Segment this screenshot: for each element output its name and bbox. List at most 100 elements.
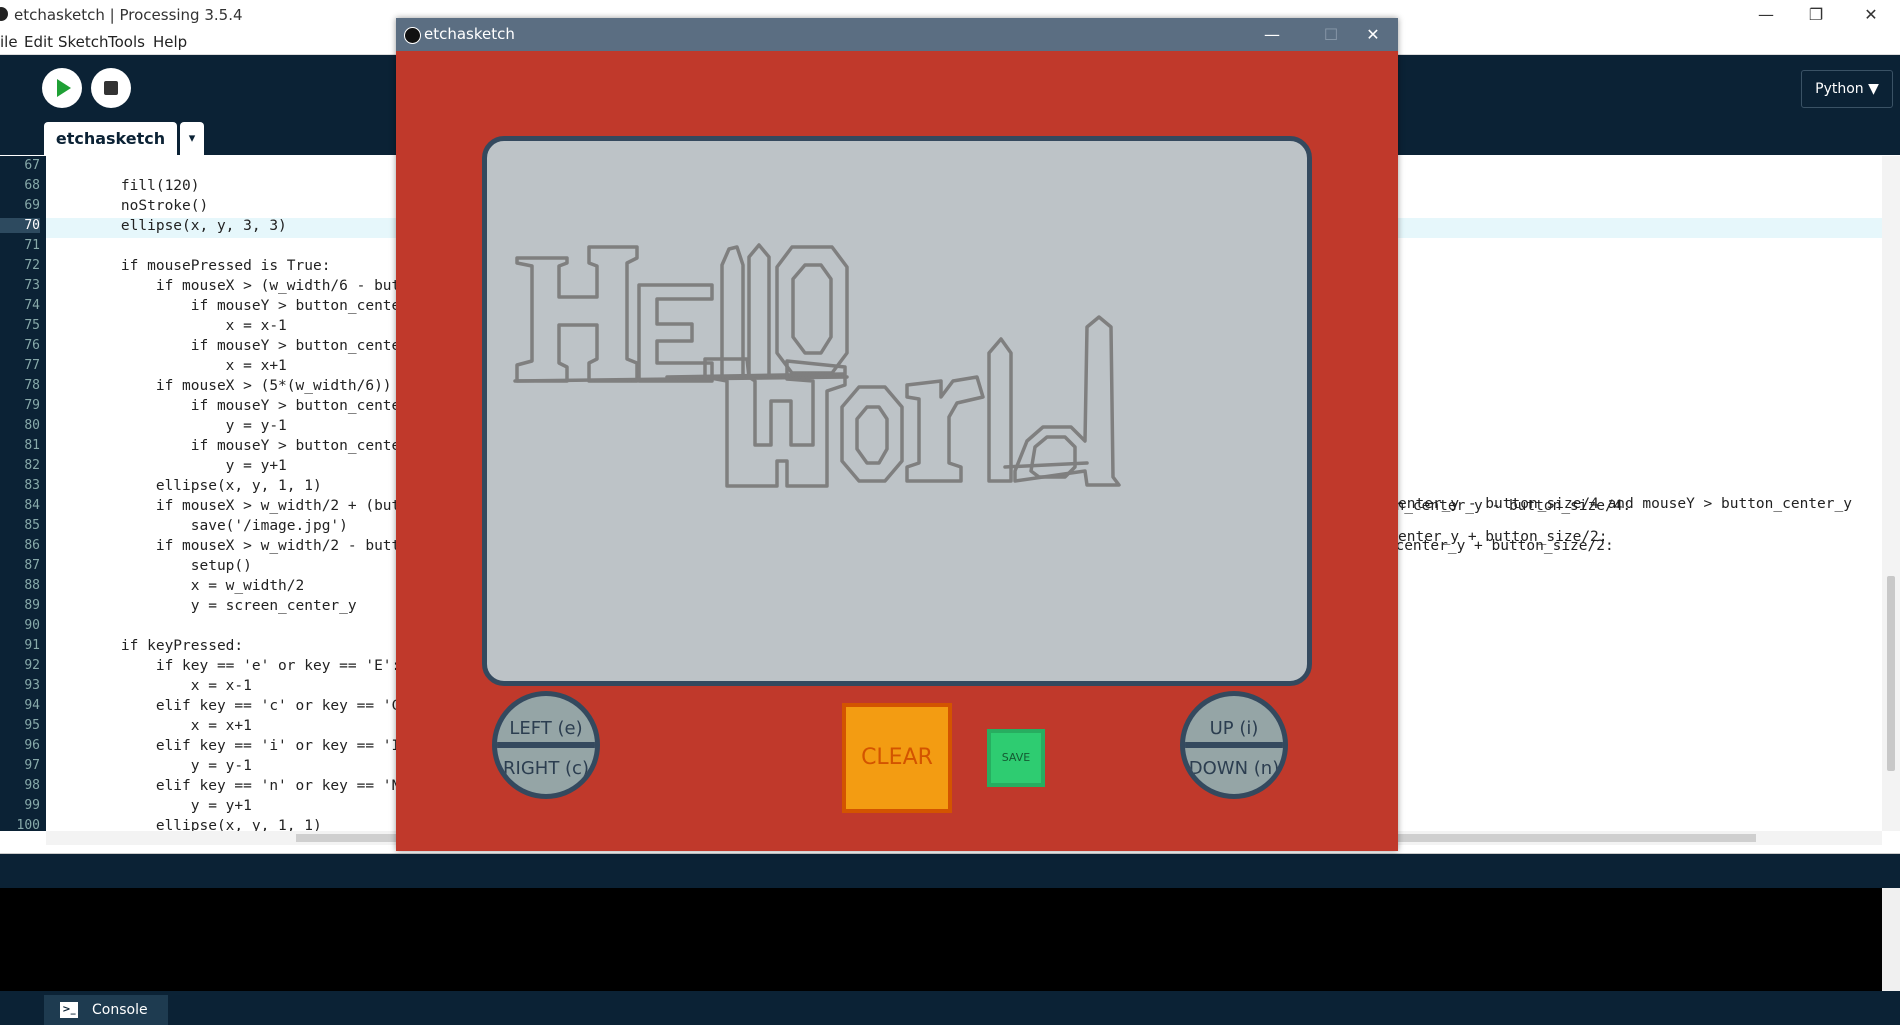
sketch-window-title: etchasketch (424, 25, 515, 43)
line-number: 83 (24, 478, 40, 493)
line-number: 74 (24, 298, 40, 313)
code-line: save('/image.jpg') (86, 518, 348, 534)
line-number: 80 (24, 418, 40, 433)
code-line: y = y-1 (86, 418, 287, 434)
menu-tools[interactable]: Tools (108, 33, 145, 51)
line-number: 90 (24, 618, 40, 633)
right-knob-top-label: UP (i) (1209, 718, 1259, 739)
line-number: 82 (24, 458, 40, 473)
line-number: 68 (24, 178, 40, 193)
line-number: 86 (24, 538, 40, 553)
code-line: x = x+1 (86, 718, 252, 734)
line-number: 85 (24, 518, 40, 533)
line-number: 94 (24, 698, 40, 713)
line-number-gutter: 67 68 69 70 71 72 73 74 75 76 77 78 79 80 81 82 83 84 85 86… (0, 156, 46, 831)
line-number: 73 (24, 278, 40, 293)
save-button[interactable]: SAVE (987, 729, 1045, 787)
code-line: ellipse(x, y, 1, 1) (86, 818, 322, 831)
code-line: elif key == 'c' or key == 'C': (86, 698, 418, 714)
line-number: 91 (24, 638, 40, 653)
code-line: ellipse(x, y, 3, 3) (86, 218, 287, 234)
restore-button[interactable]: ❐ (1788, 0, 1844, 30)
line-number: 95 (24, 718, 40, 733)
line-number: 79 (24, 398, 40, 413)
processing-logo-icon (0, 7, 8, 21)
line-number: 93 (24, 678, 40, 693)
line-number: 87 (24, 558, 40, 573)
console-tab-label: Console (92, 1002, 148, 1018)
etch-screen (482, 136, 1312, 686)
run-button[interactable] (42, 68, 82, 108)
line-number: 88 (24, 578, 40, 593)
menu-sketch[interactable]: Sketch (58, 33, 109, 51)
code-line: y = y-1 (86, 758, 252, 774)
scroll-thumb[interactable] (1887, 576, 1895, 771)
line-number: 67 (24, 158, 40, 173)
code-line: x = x-1 (86, 318, 287, 334)
hello-world-drawing (513, 243, 1121, 488)
tab-etchasketch[interactable]: etchasketch (44, 122, 177, 156)
line-number: 89 (24, 598, 40, 613)
code-line: if keyPressed: (86, 638, 244, 654)
left-knob-bottom-label: RIGHT (c) (503, 758, 589, 779)
code-line: if key == 'e' or key == 'E': (86, 658, 401, 674)
line-number: 84 (24, 498, 40, 513)
console-tab[interactable]: >_ Console (44, 995, 168, 1025)
minimize-button[interactable]: — (1738, 0, 1794, 30)
line-number: 75 (24, 318, 40, 333)
clear-button[interactable]: CLEAR (842, 703, 952, 813)
mode-selector[interactable]: Python ▼ (1801, 70, 1893, 108)
code-line: x = x-1 (86, 678, 252, 694)
status-bar (0, 991, 1900, 1025)
line-number: 97 (24, 758, 40, 773)
line-number: 100 (16, 818, 40, 831)
code-line: x = w_width/2 (86, 578, 305, 594)
code-line: x = x+1 (86, 358, 287, 374)
line-number: 92 (24, 658, 40, 673)
tab-dropdown-button[interactable]: ▾ (180, 122, 204, 156)
code-line: setup() (86, 558, 252, 574)
code-line: elif key == 'n' or key == 'N': (86, 778, 418, 794)
menu-edit[interactable]: Edit (24, 33, 53, 51)
line-number: 77 (24, 358, 40, 373)
line-number: 99 (24, 798, 40, 813)
right-knob-bottom-label: DOWN (n) (1188, 758, 1280, 779)
code-line: noStroke() (86, 198, 209, 214)
close-button[interactable]: ✕ (1843, 0, 1899, 30)
line-number: 69 (24, 198, 40, 213)
line-number: 78 (24, 378, 40, 393)
line-number: 70 (0, 218, 40, 233)
code-line: elif key == 'i' or key == 'I': (86, 738, 418, 754)
editor-vertical-scrollbar[interactable] (1882, 156, 1900, 831)
menu-file[interactable]: ile (0, 33, 18, 51)
code-line: y = screen_center_y (86, 598, 357, 614)
up-down-knob[interactable]: UP (i) DOWN (n) (1180, 691, 1288, 799)
line-number: 98 (24, 778, 40, 793)
stop-icon (104, 81, 118, 95)
line-number: 72 (24, 258, 40, 273)
run-icon (57, 79, 71, 97)
stop-button[interactable] (91, 68, 131, 108)
line-number: 76 (24, 338, 40, 353)
sketch-minimize-button[interactable]: — (1247, 18, 1297, 51)
console-icon: >_ (60, 1002, 78, 1018)
code-line: y = y+1 (86, 798, 252, 814)
left-right-knob[interactable]: LEFT (e) RIGHT (c) (492, 691, 600, 799)
sketch-close-button[interactable]: ✕ (1348, 18, 1398, 51)
code-line: if mousePressed is True: (86, 258, 331, 274)
processing-logo-icon (404, 27, 421, 44)
ide-window-title: etchasketch | Processing 3.5.4 (14, 6, 243, 24)
console-scrollbar[interactable] (1882, 888, 1900, 991)
knob-divider (497, 742, 595, 748)
line-number: 71 (24, 238, 40, 253)
line-number: 96 (24, 738, 40, 753)
left-knob-top-label: LEFT (e) (509, 718, 583, 739)
console-divider[interactable] (0, 853, 1900, 889)
line-number: 81 (24, 438, 40, 453)
code-line: ellipse(x, y, 1, 1) (86, 478, 322, 494)
sketch-titlebar[interactable]: etchasketch — ☐ ✕ (396, 18, 1398, 51)
sketch-window: etchasketch — ☐ ✕ LEFT (e) RIGHT (c) CLE… (396, 18, 1398, 851)
knob-divider (1185, 742, 1283, 748)
console-output (0, 888, 1882, 991)
menu-help[interactable]: Help (153, 33, 187, 51)
